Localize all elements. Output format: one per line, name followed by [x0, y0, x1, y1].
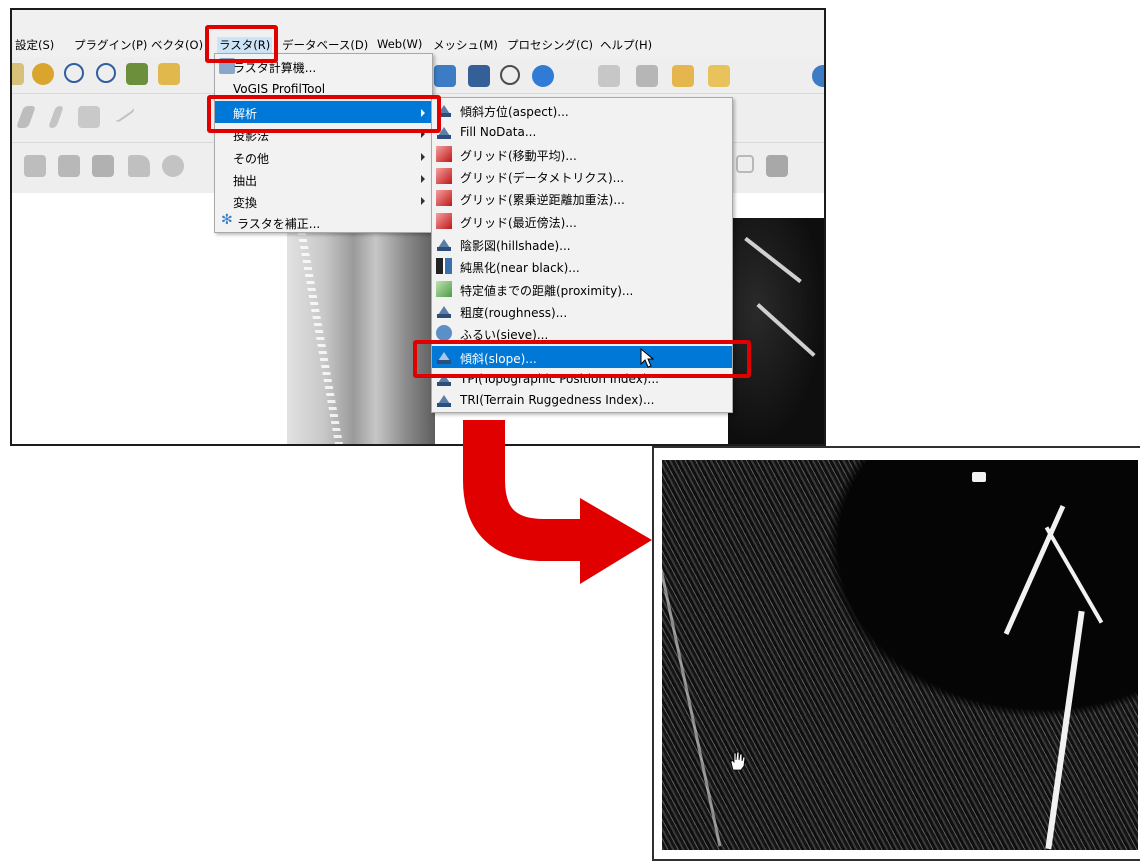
dem-raster-layer-right [728, 218, 824, 444]
proximity-icon [436, 281, 452, 297]
menu-item-tri[interactable]: TRI(Terrain Ruggedness Index)... [432, 390, 732, 410]
new-bookmark-icon[interactable] [434, 65, 456, 87]
menu-database[interactable]: データベース(D) [282, 37, 368, 53]
chevron-right-icon [421, 153, 425, 161]
menu-processing[interactable]: プロセシング(C) [507, 37, 593, 53]
menu-item-grid-nearest-neighbor[interactable]: グリッド(最近傍法)... [432, 211, 732, 231]
slope-result-panel [652, 446, 1140, 861]
deselect-icon[interactable] [636, 65, 658, 87]
toggle-editing-icon[interactable] [47, 106, 65, 128]
menu-help[interactable]: ヘルプ(H) [600, 37, 652, 53]
zoom-to-layer-icon[interactable] [158, 63, 180, 85]
vertex-tool-icon[interactable] [24, 155, 46, 177]
slope-raster [662, 460, 1138, 850]
merge-features-icon[interactable] [766, 155, 788, 177]
menu-item-grid-moving-average[interactable]: グリッド(移動平均)... [432, 144, 732, 164]
split-features-icon[interactable] [736, 155, 754, 173]
identify-icon[interactable] [812, 65, 824, 87]
menu-item-near-black[interactable]: 純黒化(near black)... [432, 256, 732, 276]
menu-item-grid-idw[interactable]: グリッド(累乗逆距離加重法)... [432, 188, 732, 208]
gdal-icon [436, 392, 452, 408]
pan-icon[interactable] [12, 63, 24, 85]
grid-icon [436, 146, 452, 162]
red-arrow-icon [463, 420, 652, 584]
select-by-location-icon[interactable] [708, 65, 730, 87]
menu-item-hillshade[interactable]: 陰影図(hillshade)... [432, 234, 732, 254]
menu-item-extraction[interactable]: 抽出 [215, 169, 432, 189]
menu-vector[interactable]: ベクタ(O) [151, 37, 203, 53]
add-feature-icon[interactable] [110, 100, 136, 124]
save-edits-icon[interactable] [78, 106, 100, 128]
menu-item-roughness[interactable]: 粗度(roughness)... [432, 301, 732, 321]
menu-item-aspect[interactable]: 傾斜方位(aspect)... [432, 100, 732, 120]
menu-item-miscellaneous[interactable]: その他 [215, 147, 432, 167]
raster-menu: ラスタ計算機... VoGIS ProfilTool 解析 投影法 その他 抽出… [214, 53, 433, 233]
current-edits-icon[interactable] [15, 106, 37, 128]
grid-icon [436, 213, 452, 229]
menu-item-fill-nodata[interactable]: Fill NoData... [432, 122, 732, 142]
show-bookmarks-icon[interactable] [468, 65, 490, 87]
select-by-value-icon[interactable] [672, 65, 694, 87]
menu-item-proximity[interactable]: 特定値までの距離(proximity)... [432, 279, 732, 299]
highlight-raster-menu [205, 25, 278, 63]
menu-mesh[interactable]: メッシュ(M) [433, 37, 498, 53]
menu-item-grid-data-metrics[interactable]: グリッド(データメトリクス)... [432, 166, 732, 186]
refresh-icon[interactable] [532, 65, 554, 87]
sieve-icon [436, 325, 452, 341]
select-features-icon[interactable] [598, 65, 620, 87]
grid-icon [436, 190, 452, 206]
rotate-feature-icon[interactable] [92, 155, 114, 177]
near-black-icon [436, 258, 452, 274]
reshape-icon[interactable] [128, 155, 150, 177]
pan-to-selection-icon[interactable] [32, 63, 54, 85]
gdal-icon [436, 303, 452, 319]
zoom-out-icon[interactable] [96, 63, 116, 83]
gdal-icon [436, 236, 452, 252]
menu-item-conversion[interactable]: 変換 [215, 191, 432, 211]
menu-item-georeferencer[interactable]: ✻ ラスタを補正... [215, 212, 432, 232]
menu-plugins[interactable]: プラグイン(P) [74, 37, 147, 53]
temporal-controller-icon[interactable] [500, 65, 520, 85]
highlight-slope-item [413, 340, 751, 378]
zoom-in-icon[interactable] [64, 63, 84, 83]
menu-settings[interactable]: 設定(S) [15, 37, 54, 53]
offset-curve-icon[interactable] [162, 155, 184, 177]
move-feature-icon[interactable] [58, 155, 80, 177]
dem-raster-layer [287, 218, 435, 444]
gear-icon: ✻ [221, 212, 233, 228]
grid-icon [436, 168, 452, 184]
highlight-analysis-item [207, 95, 441, 133]
chevron-right-icon [421, 197, 425, 205]
zoom-full-icon[interactable] [126, 63, 148, 85]
hand-cursor-icon [730, 751, 746, 771]
chevron-right-icon [421, 175, 425, 183]
menu-web[interactable]: Web(W) [377, 37, 422, 51]
